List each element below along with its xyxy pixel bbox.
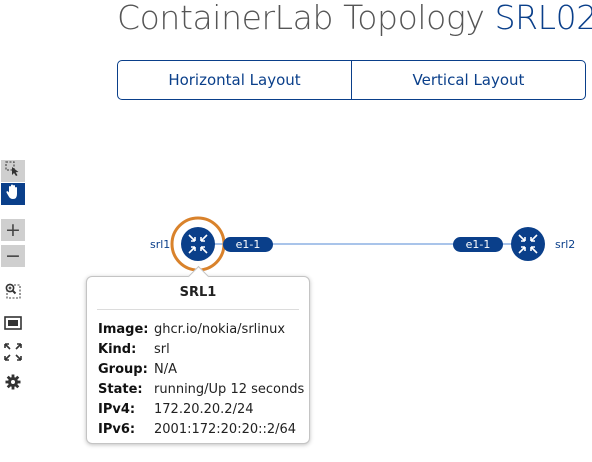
popup-key: State:	[98, 381, 143, 397]
popup-key: Kind:	[98, 341, 137, 357]
popup-row-ipv6: IPv6: 2001:172:20:20::2/64	[98, 419, 296, 439]
popup-value: running/Up 12 seconds	[154, 381, 305, 397]
popup-key: Image:	[98, 321, 149, 337]
popup-value: N/A	[154, 361, 177, 377]
popup-divider	[97, 309, 299, 310]
node-label-srl1: srl1	[150, 238, 171, 251]
popup-row-kind: Kind: srl	[98, 339, 170, 359]
interface-label-srl1-e1-1[interactable]: e1-1	[223, 237, 273, 252]
popup-value: srl	[154, 341, 170, 357]
popup-key: IPv4:	[98, 401, 136, 417]
popup-row-state: State: running/Up 12 seconds	[98, 379, 304, 399]
popup-key: Group:	[98, 361, 148, 377]
popup-value: 2001:172:20:20::2/64	[154, 421, 297, 437]
popup-title: SRL1	[179, 285, 217, 300]
popup-row-image: Image: ghcr.io/nokia/srlinux	[98, 319, 285, 339]
popup-key: IPv6:	[98, 421, 136, 437]
popup-value: 172.20.20.2/24	[154, 401, 254, 417]
node-info-popup: SRL1 Image: ghcr.io/nokia/srlinux Kind: …	[86, 265, 310, 444]
interface-label-srl2-e1-1[interactable]: e1-1	[453, 237, 503, 252]
router-srl2[interactable]	[511, 227, 545, 261]
popup-row-group: Group: N/A	[98, 359, 177, 379]
popup-value: ghcr.io/nokia/srlinux	[154, 321, 286, 337]
router-srl1[interactable]	[181, 227, 215, 261]
node-label-srl2: srl2	[555, 238, 576, 251]
popup-row-ipv4: IPv4: 172.20.20.2/24	[98, 399, 254, 419]
